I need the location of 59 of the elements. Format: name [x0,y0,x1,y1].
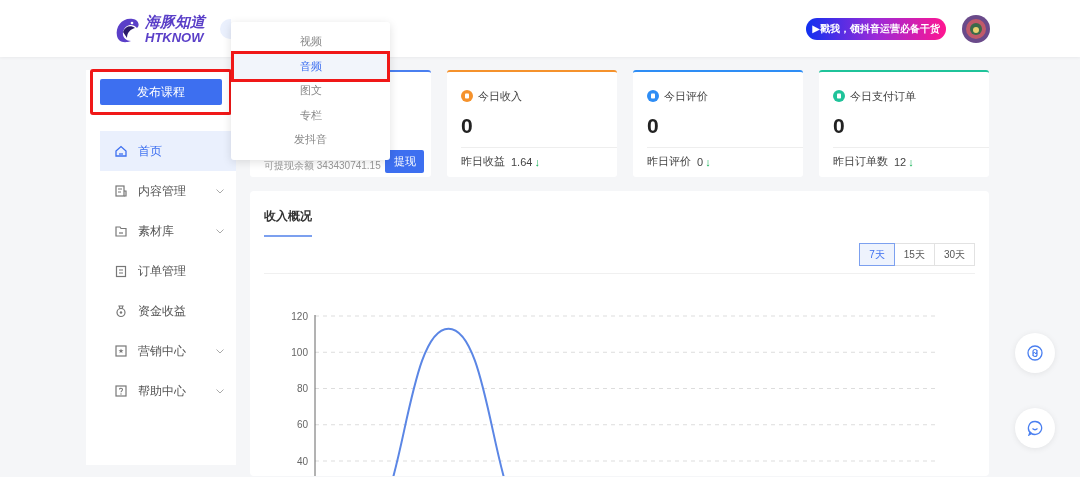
star-card-icon [114,344,128,358]
folder-icon [114,224,128,238]
stat-title: 今日收入 [478,88,522,104]
publish-course-button[interactable]: 发布课程 [100,79,222,105]
sidebar-item[interactable]: 帮助中心 [100,371,236,411]
trend-arrow: ↓ [705,155,711,168]
money-bag-icon [114,304,128,318]
menu-item[interactable]: 专栏 [237,103,384,128]
sidebar-item[interactable]: 订单管理 [100,251,236,291]
home-icon [114,144,128,158]
axis-tick-label: 80 [296,383,308,394]
axis-tick-label: 60 [296,419,308,431]
stat-change: 1.64 [511,155,533,168]
link-button[interactable] [1015,333,1055,373]
stat-change: 12 [894,155,907,168]
stat-icon [833,90,845,102]
trend-arrow: ↓ [534,155,540,168]
balance-label: 可提现余额 343430741.15 [264,159,381,173]
menu-item[interactable]: 音频 [231,50,390,82]
stat-change: 0 [697,155,704,168]
stat-icon [461,90,473,102]
promo-banner[interactable]: ▶戳我，领抖音运营必备干货 [806,17,946,40]
chevron-down-icon [216,348,224,354]
axis-tick-label: 120 [291,310,308,322]
chat-button[interactable] [1015,408,1055,448]
axis-tick-label: 100 [291,346,308,358]
chevron-down-icon [216,188,224,194]
chat-icon [1027,420,1043,436]
trend-arrow: ↓ [908,155,914,168]
sidebar-item[interactable]: 营销中心 [100,331,236,371]
stat-label: 昨日收益 [461,154,505,169]
range-tab[interactable]: 15天 [893,243,935,266]
stat-icon [647,90,659,102]
panel-title: 收入概况 [264,208,312,237]
logo-title: 海豚知道 [145,13,205,29]
sidebar-item[interactable]: 首页 [100,131,236,171]
help-icon [114,384,128,398]
logo-subtitle: HTKNOW [145,30,205,44]
stat-title: 今日评价 [664,88,708,104]
chevron-down-icon [216,228,224,234]
menu-item[interactable]: 发抖音 [237,127,384,152]
sidebar-item[interactable]: 资金收益 [100,291,236,331]
sidebar-item[interactable]: 素材库 [100,211,236,251]
clipboard-icon [114,264,128,278]
range-tab[interactable]: 7天 [859,243,895,266]
chevron-down-icon [216,388,224,394]
stat-value: 0 [647,114,660,139]
withdraw-button[interactable]: 提现 [385,150,424,173]
stat-value: 0 [461,114,474,139]
range-tab[interactable]: 30天 [933,243,975,266]
document-icon [114,184,128,198]
stat-value: 0 [833,114,846,139]
link-icon [1027,345,1043,361]
stat-title: 今日支付订单 [850,88,916,104]
stat-label: 昨日订单数 [833,154,888,169]
sidebar-item[interactable]: 内容管理 [100,171,236,211]
avatar[interactable] [962,14,990,43]
stat-label: 昨日评价 [647,154,691,169]
axis-tick-label: 40 [296,455,308,467]
